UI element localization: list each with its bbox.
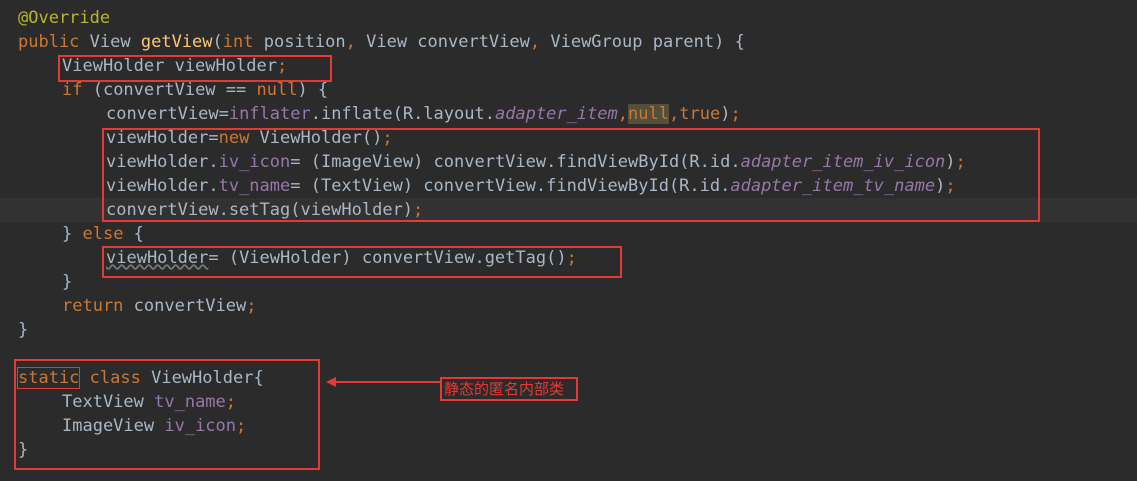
highlight-box-viewholder-init <box>102 128 1040 222</box>
annotation-arrow-icon <box>326 377 440 387</box>
code-line-12: } <box>62 270 72 294</box>
field-adapter-item: adapter_item <box>494 104 618 124</box>
param-position: position <box>253 32 346 52</box>
keyword-null-highlighted: null <box>628 104 669 124</box>
comma: , <box>668 104 680 124</box>
keyword-return: return <box>62 296 124 316</box>
code-line-1: @Override <box>18 6 110 30</box>
brace-close: } <box>62 272 73 292</box>
code-line-10: } else { <box>62 222 144 246</box>
paren-close: ) <box>720 104 731 124</box>
highlight-box-gettag <box>102 246 622 278</box>
code-editor[interactable]: @Override public View getView(int positi… <box>0 0 1137 481</box>
keyword-int: int <box>222 32 254 52</box>
field-inflater: inflater <box>228 104 311 124</box>
semicolon: ; <box>730 104 741 124</box>
code-line-13: return convertView; <box>62 294 257 318</box>
keyword-public: public <box>18 32 80 52</box>
convertview-assign: convertView= <box>106 104 229 124</box>
keyword-true: true <box>679 104 721 124</box>
keyword-null: null <box>256 80 298 100</box>
code-line-5: convertView=inflater.inflate(R.layout.ad… <box>106 102 741 126</box>
override-annotation: @Override <box>18 8 111 28</box>
annotation-note: 静态的匿名内部类 <box>440 377 578 401</box>
return-value: convertView <box>123 296 247 316</box>
param-convertview: View convertView <box>355 32 530 52</box>
code-line-2: public View getView(int position, View c… <box>18 30 745 54</box>
semicolon: ; <box>246 296 257 316</box>
paren-open: ( <box>212 32 223 52</box>
comma: , <box>617 104 629 124</box>
keyword-else: else <box>82 224 124 244</box>
if-condition-close: ) { <box>297 80 329 100</box>
highlight-box-static-class <box>14 359 320 470</box>
keyword-if: if <box>62 80 83 100</box>
method-getview: getView <box>140 32 213 52</box>
param-parent: ViewGroup parent) { <box>540 32 745 52</box>
if-condition: (convertView == <box>82 80 257 100</box>
code-line-14: } <box>18 318 28 342</box>
comma: , <box>529 32 541 52</box>
type-view: View <box>89 32 131 52</box>
highlight-box-declaration <box>58 55 332 82</box>
brace-open: { <box>123 224 144 244</box>
brace-close: } <box>18 320 29 340</box>
inflate-call: .inflate(R.layout. <box>310 104 495 124</box>
comma: , <box>345 32 356 52</box>
brace-close: } <box>62 224 83 244</box>
